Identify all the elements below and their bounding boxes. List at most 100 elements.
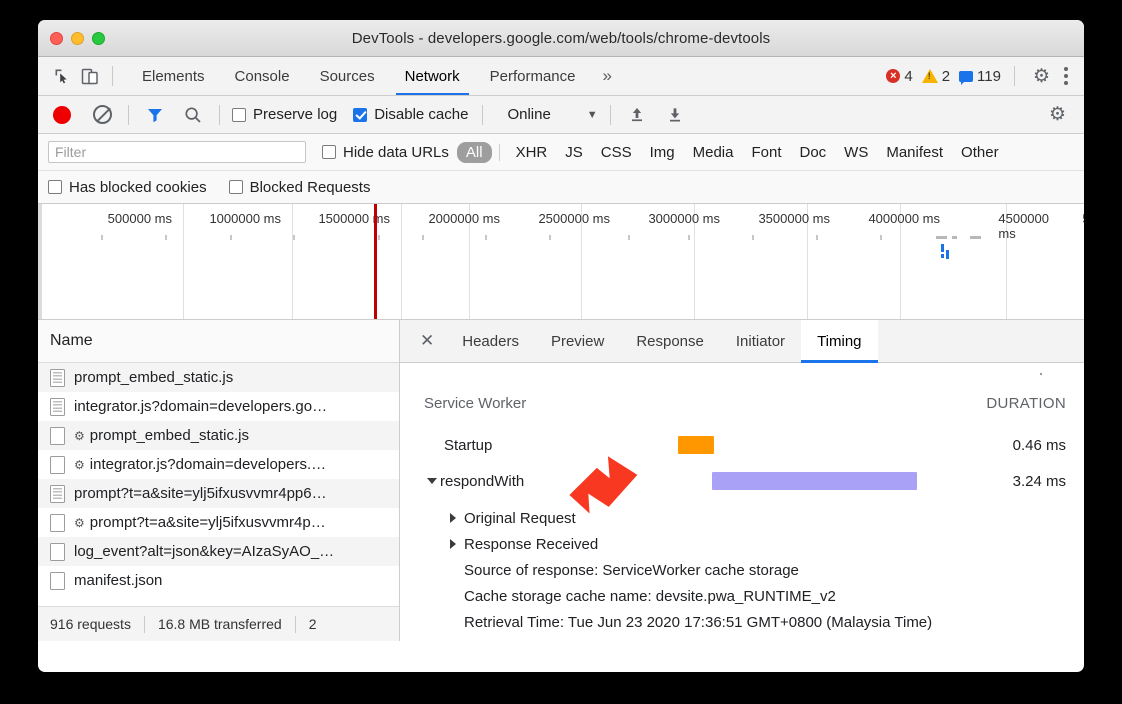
network-settings-gear-icon[interactable]: ⚙ (1049, 103, 1066, 126)
error-badge[interactable]: × 4 (886, 68, 913, 85)
overview-request-tick (752, 235, 754, 240)
toolbar-divider (112, 66, 113, 86)
kebab-menu-icon[interactable] (1058, 67, 1074, 85)
clear-icon (92, 105, 112, 124)
overview-request-tick (880, 235, 882, 240)
record-button[interactable] (48, 102, 76, 128)
chevron-right-icon[interactable] (450, 539, 456, 549)
issue-badges[interactable]: × 4 2 119 (886, 68, 1006, 85)
more-tabs-icon[interactable]: » (591, 66, 624, 86)
tab-performance[interactable]: Performance (475, 57, 591, 95)
table-row[interactable]: ⚙ integrator.js?domain=developers.… (38, 450, 399, 479)
overview-request-tick (816, 235, 818, 240)
inspect-cursor-icon[interactable] (48, 63, 76, 89)
hide-data-urls-label: Hide data URLs (343, 143, 449, 161)
network-toolbar: Preserve log Disable cache Online ▼ ⚙ (38, 96, 1084, 134)
preserve-log-control[interactable]: Preserve log (232, 106, 337, 123)
device-toolbar-icon[interactable] (76, 63, 104, 89)
tab-headers[interactable]: Headers (446, 320, 535, 363)
table-row[interactable]: prompt?t=a&site=ylj5ifxusvvmr4pp6… (38, 479, 399, 508)
overview-tick-label: 500000 ms (107, 211, 172, 226)
blank-document-icon (50, 542, 65, 561)
filter-type-font[interactable]: Font (742, 142, 790, 163)
table-row[interactable]: ⚙ prompt?t=a&site=ylj5ifxusvvmr4p… (38, 508, 399, 537)
filter-type-media[interactable]: Media (684, 142, 743, 163)
toolbar-divider-5 (609, 104, 611, 125)
clear-button[interactable] (88, 102, 116, 128)
overview-tick-label: 4500000 ms (998, 211, 1049, 241)
message-icon (959, 70, 974, 85)
overview-tick-label: 2500000 ms (538, 211, 610, 226)
table-row[interactable]: ⚙ prompt_embed_static.js (38, 421, 399, 450)
table-row[interactable]: prompt_embed_static.js (38, 363, 399, 392)
filter-type-other[interactable]: Other (952, 142, 1008, 163)
table-row[interactable]: log_event?alt=json&key=AIzaSyAO_… (38, 537, 399, 566)
filter-type-js[interactable]: JS (556, 142, 592, 163)
tab-elements[interactable]: Elements (127, 57, 220, 95)
tab-response[interactable]: Response (620, 320, 720, 363)
chevron-right-icon[interactable] (450, 513, 456, 523)
filter-type-manifest[interactable]: Manifest (877, 142, 952, 163)
tab-network[interactable]: Network (390, 57, 475, 95)
warning-badge[interactable]: 2 (921, 67, 951, 85)
throttling-dropdown[interactable]: Online ▼ (507, 106, 597, 123)
warning-count: 2 (941, 67, 951, 85)
sub-entry-label: Response Received (464, 535, 599, 553)
tab-console[interactable]: Console (220, 57, 305, 95)
overview-request-tick (165, 235, 167, 240)
disable-cache-checkbox[interactable] (353, 107, 368, 122)
chevron-down-icon[interactable] (427, 478, 437, 484)
timing-entry-label: Startup (444, 436, 493, 454)
timing-duration: 3.24 ms (1012, 472, 1066, 490)
overview-tick-label: 5000000 (1082, 211, 1084, 226)
search-button[interactable] (179, 102, 207, 128)
tab-timing[interactable]: Timing (801, 319, 878, 363)
preserve-log-checkbox[interactable] (232, 107, 246, 122)
gear-icon[interactable]: ⚙ (1033, 65, 1050, 88)
column-header-name: Name (50, 332, 93, 349)
filter-type-css[interactable]: CSS (592, 142, 641, 163)
tab-sources[interactable]: Sources (305, 57, 390, 95)
overview-request-tick (293, 235, 295, 240)
chevron-down-icon: ▼ (586, 108, 598, 121)
has-blocked-cookies-checkbox[interactable] (48, 180, 62, 194)
filter-type-all[interactable]: All (456, 141, 492, 163)
filter-type-ws[interactable]: WS (835, 142, 877, 163)
filter-type-img[interactable]: Img (641, 142, 684, 163)
tab-preview[interactable]: Preview (535, 320, 620, 363)
hide-data-urls-control[interactable]: Hide data URLs (322, 144, 449, 161)
filter-input[interactable] (48, 141, 306, 163)
hide-data-urls-checkbox[interactable] (322, 145, 336, 159)
blocked-requests-checkbox[interactable] (228, 180, 243, 194)
devtools-window: DevTools - developers.google.com/web/too… (38, 20, 1084, 672)
filter-type-doc[interactable]: Doc (790, 142, 835, 163)
network-panes: Name prompt_embed_static.js integrator.j… (38, 319, 1084, 641)
sub-entry-response-received[interactable]: Response Received (450, 531, 1084, 557)
has-blocked-cookies-label: Has blocked cookies (69, 178, 207, 196)
timing-entry-respondwith[interactable]: respondWith 3.24 ms (400, 463, 1084, 499)
close-icon[interactable]: ✕ (408, 331, 446, 351)
table-row[interactable]: integrator.js?domain=developers.go… (38, 392, 399, 421)
request-list[interactable]: prompt_embed_static.js integrator.js?dom… (38, 363, 399, 606)
sub-entry-original-request[interactable]: Original Request (450, 505, 1084, 531)
disable-cache-control[interactable]: Disable cache (353, 106, 468, 123)
tab-initiator[interactable]: Initiator (720, 320, 801, 363)
import-har-button[interactable] (623, 102, 651, 128)
panel-tabs: Elements Console Sources Network Perform… (127, 57, 624, 95)
request-list-header[interactable]: Name (38, 320, 399, 363)
filter-button[interactable] (141, 102, 169, 128)
export-har-button[interactable] (661, 102, 689, 128)
table-row[interactable]: manifest.json (38, 566, 399, 595)
filter-type-xhr[interactable]: XHR (507, 142, 557, 163)
info-badge[interactable]: 119 (959, 68, 1001, 85)
resource-type-filters: All XHR JS CSS Img Media Font Doc WS Man… (456, 141, 1008, 163)
toolbar-divider-3 (219, 104, 220, 125)
blocked-requests-control[interactable]: Blocked Requests (228, 179, 370, 196)
network-overview-timeline[interactable]: 500000 ms 1000000 ms 1500000 ms 2000000 … (38, 204, 1084, 320)
has-blocked-cookies-control[interactable]: Has blocked cookies (48, 179, 207, 196)
overview-request-marker (946, 250, 949, 259)
document-icon (50, 484, 65, 503)
overview-tick-label: 3000000 ms (648, 211, 720, 226)
timing-entry-startup[interactable]: Startup 0.46 ms (400, 427, 1084, 463)
overview-request-tick (688, 235, 690, 240)
